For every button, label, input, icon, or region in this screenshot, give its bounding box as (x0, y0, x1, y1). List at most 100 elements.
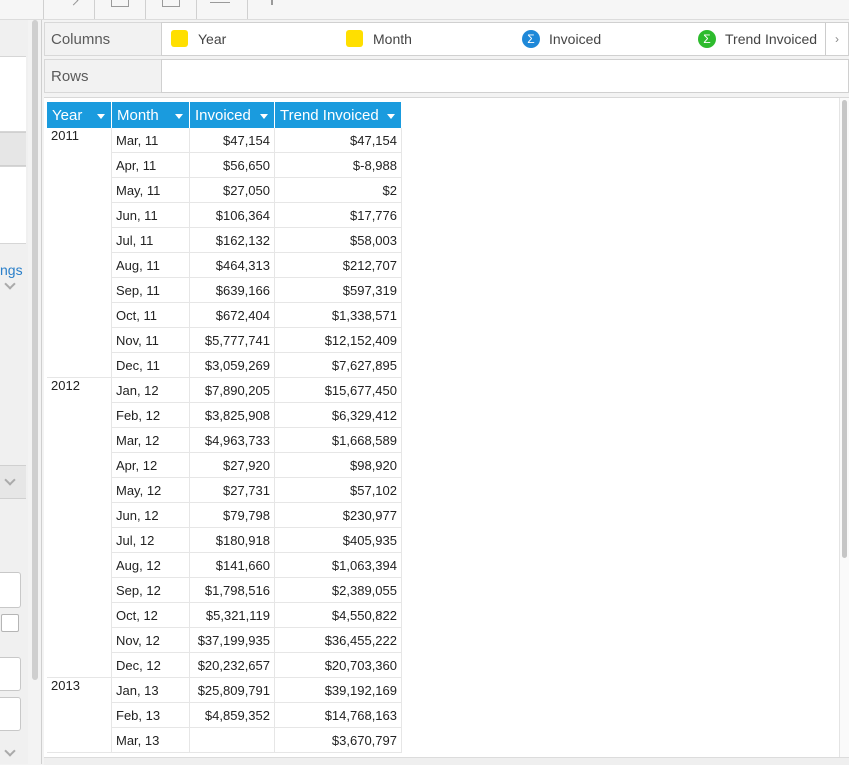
trend-invoiced-cell[interactable]: $2 (274, 177, 402, 203)
panel-splitter[interactable] (41, 20, 42, 764)
pin-icon[interactable] (271, 0, 273, 5)
invoiced-cell[interactable]: $25,809,791 (189, 677, 275, 703)
sidebar-input[interactable] (0, 697, 21, 731)
month-cell[interactable]: May, 11 (111, 177, 190, 203)
trend-invoiced-cell[interactable]: $212,707 (274, 252, 402, 278)
month-cell[interactable]: Jun, 12 (111, 502, 190, 528)
invoiced-cell[interactable]: $3,825,908 (189, 402, 275, 428)
pill-trend-invoiced[interactable]: Σ Trend Invoiced (698, 30, 828, 48)
invoiced-cell[interactable]: $1,798,516 (189, 577, 275, 603)
invoiced-cell[interactable]: $672,404 (189, 302, 275, 328)
month-cell[interactable]: Nov, 11 (111, 327, 190, 353)
invoiced-cell[interactable]: $7,890,205 (189, 377, 275, 403)
trend-invoiced-cell[interactable]: $1,063,394 (274, 552, 402, 578)
month-cell[interactable]: Jun, 11 (111, 202, 190, 228)
sidebar-input[interactable] (0, 657, 21, 691)
trend-invoiced-cell[interactable]: $20,703,360 (274, 652, 402, 678)
month-cell[interactable]: Dec, 11 (111, 352, 190, 378)
invoiced-cell[interactable]: $56,650 (189, 152, 275, 178)
month-cell[interactable]: Mar, 11 (111, 128, 190, 153)
month-cell[interactable]: Mar, 12 (111, 427, 190, 453)
chevron-right-icon[interactable] (68, 0, 79, 6)
sidebar-input[interactable] (0, 572, 21, 608)
trend-invoiced-cell[interactable]: $58,003 (274, 227, 402, 253)
month-cell[interactable]: Aug, 11 (111, 252, 190, 278)
chevron-down-icon[interactable] (4, 278, 16, 290)
layout-icon[interactable] (162, 0, 180, 7)
caret-down-icon[interactable] (260, 114, 268, 119)
month-cell[interactable]: Jan, 13 (111, 677, 190, 703)
chevron-down-icon[interactable] (4, 745, 16, 757)
trend-invoiced-cell[interactable]: $12,152,409 (274, 327, 402, 353)
shelf-scroll-right-button[interactable]: › (825, 23, 848, 55)
invoiced-cell[interactable]: $141,660 (189, 552, 275, 578)
trend-invoiced-cell[interactable]: $47,154 (274, 128, 402, 153)
sidebar-settings-link[interactable]: ngs (0, 262, 28, 278)
column-header-year[interactable]: Year (47, 102, 112, 128)
month-cell[interactable]: Oct, 11 (111, 302, 190, 328)
month-cell[interactable]: May, 12 (111, 477, 190, 503)
invoiced-cell[interactable]: $106,364 (189, 202, 275, 228)
trend-invoiced-cell[interactable]: $1,338,571 (274, 302, 402, 328)
trend-invoiced-cell[interactable]: $4,550,822 (274, 602, 402, 628)
sidebar-scrollbar[interactable] (32, 20, 38, 680)
year-cell[interactable]: 2012 (47, 377, 112, 678)
trend-invoiced-cell[interactable]: $-8,988 (274, 152, 402, 178)
trend-invoiced-cell[interactable]: $230,977 (274, 502, 402, 528)
rows-drop-zone[interactable] (161, 59, 849, 93)
trend-invoiced-cell[interactable]: $2,389,055 (274, 577, 402, 603)
trend-invoiced-cell[interactable]: $1,668,589 (274, 427, 402, 453)
column-header-trend-invoiced[interactable]: Trend Invoiced (274, 102, 402, 128)
columns-drop-zone[interactable]: Year Month Σ Invoiced Σ Trend Invoiced › (161, 22, 849, 56)
caret-down-icon[interactable] (387, 114, 395, 119)
trend-invoiced-cell[interactable]: $14,768,163 (274, 702, 402, 728)
invoiced-cell[interactable]: $27,050 (189, 177, 275, 203)
month-cell[interactable]: Apr, 11 (111, 152, 190, 178)
caret-down-icon[interactable] (97, 114, 105, 119)
invoiced-cell[interactable]: $162,132 (189, 227, 275, 253)
year-cell[interactable]: 2011 (47, 128, 112, 378)
trend-invoiced-cell[interactable]: $98,920 (274, 452, 402, 478)
month-cell[interactable]: Oct, 12 (111, 602, 190, 628)
month-cell[interactable]: Apr, 12 (111, 452, 190, 478)
invoiced-cell[interactable]: $4,859,352 (189, 702, 275, 728)
scrollbar-thumb[interactable] (842, 100, 847, 558)
invoiced-cell[interactable]: $37,199,935 (189, 627, 275, 653)
invoiced-cell[interactable]: $4,963,733 (189, 427, 275, 453)
year-cell[interactable]: 2013 (47, 677, 112, 753)
trend-invoiced-cell[interactable]: $597,319 (274, 277, 402, 303)
invoiced-cell[interactable] (189, 727, 275, 753)
month-cell[interactable]: Mar, 13 (111, 727, 190, 753)
month-cell[interactable]: Feb, 13 (111, 702, 190, 728)
list-icon[interactable] (210, 2, 230, 3)
invoiced-cell[interactable]: $27,920 (189, 452, 275, 478)
month-cell[interactable]: Jan, 12 (111, 377, 190, 403)
month-cell[interactable]: Feb, 12 (111, 402, 190, 428)
pill-invoiced[interactable]: Σ Invoiced (522, 30, 642, 48)
month-cell[interactable]: Aug, 12 (111, 552, 190, 578)
month-cell[interactable]: Sep, 12 (111, 577, 190, 603)
invoiced-cell[interactable]: $464,313 (189, 252, 275, 278)
month-cell[interactable]: Sep, 11 (111, 277, 190, 303)
invoiced-cell[interactable]: $20,232,657 (189, 652, 275, 678)
invoiced-cell[interactable]: $5,777,741 (189, 327, 275, 353)
invoiced-cell[interactable]: $79,798 (189, 502, 275, 528)
trend-invoiced-cell[interactable]: $17,776 (274, 202, 402, 228)
month-cell[interactable]: Jul, 12 (111, 527, 190, 553)
caret-down-icon[interactable] (175, 114, 183, 119)
trend-invoiced-cell[interactable]: $3,670,797 (274, 727, 402, 753)
pill-year[interactable]: Year (171, 30, 291, 48)
invoiced-cell[interactable]: $5,321,119 (189, 602, 275, 628)
trend-invoiced-cell[interactable]: $7,627,895 (274, 352, 402, 378)
table-icon[interactable] (111, 0, 129, 7)
trend-invoiced-cell[interactable]: $36,455,222 (274, 627, 402, 653)
column-header-invoiced[interactable]: Invoiced (189, 102, 275, 128)
trend-invoiced-cell[interactable]: $39,192,169 (274, 677, 402, 703)
month-cell[interactable]: Jul, 11 (111, 227, 190, 253)
column-header-month[interactable]: Month (111, 102, 190, 128)
month-cell[interactable]: Dec, 12 (111, 652, 190, 678)
trend-invoiced-cell[interactable]: $15,677,450 (274, 377, 402, 403)
invoiced-cell[interactable]: $47,154 (189, 128, 275, 153)
invoiced-cell[interactable]: $180,918 (189, 527, 275, 553)
trend-invoiced-cell[interactable]: $57,102 (274, 477, 402, 503)
